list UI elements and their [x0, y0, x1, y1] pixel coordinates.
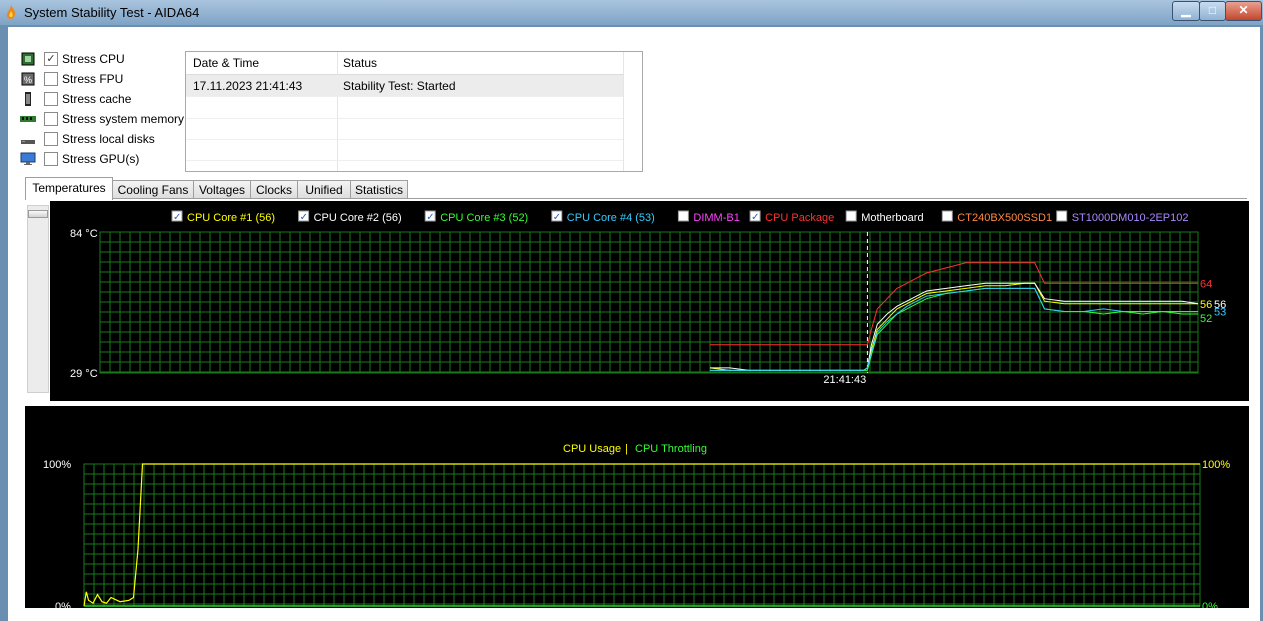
test-start-time-label: 21:41:43 [823, 374, 866, 386]
stress-disks-label: Stress local disks [62, 132, 155, 146]
series-line [83, 463, 1200, 607]
cpu-usage-graph: CPU Usage | CPU Throttling 100% 0% 100% 0% [25, 406, 1249, 613]
legend-checkbox [845, 210, 857, 222]
stress-gpu-label: Stress GPU(s) [62, 152, 140, 166]
legend-check-mark: ✓ [751, 212, 759, 223]
series-end-label: 64 [1200, 278, 1212, 290]
series-line [710, 287, 1198, 371]
gpu-icon [20, 152, 36, 165]
legend-check-mark: ✓ [173, 212, 181, 223]
stress-cache-option[interactable]: Stress cache [20, 90, 131, 108]
legend-separator: | [625, 443, 628, 455]
log-header: Date & Time Status [186, 52, 623, 75]
series-end-label: 53 [1214, 306, 1226, 318]
legend-cpu-usage: CPU Usage [563, 443, 621, 455]
legend-check-mark: ✓ [300, 212, 308, 223]
close-button[interactable]: ✕ [1225, 1, 1262, 21]
stress-gpu-option[interactable]: Stress GPU(s) [20, 150, 139, 168]
y-axis-right-top-label: 100% [1202, 459, 1230, 471]
stress-cache-checkbox[interactable] [44, 92, 58, 106]
legend-check-mark: ✓ [426, 212, 434, 223]
temperature-graph: 84 °C 29 °C ✓ CPU Core #1 (56) ✓ CPU Core #2 … [50, 201, 1249, 401]
disk-icon [21, 140, 35, 144]
legend-label: CPU Package [765, 212, 834, 224]
stress-gpu-checkbox[interactable] [44, 152, 58, 166]
log-row-empty [186, 97, 623, 119]
client-area: ✓ Stress CPU % Stress FPU Stress cache S… [8, 27, 1260, 621]
y-axis-top-label: 100% [43, 459, 71, 471]
tab-temperatures[interactable]: Temperatures [25, 177, 113, 200]
stress-disks-option[interactable]: Stress local disks [20, 130, 155, 148]
legend-label: CPU Core #3 (52) [440, 212, 528, 224]
stress-cpu-option[interactable]: ✓ Stress CPU [20, 50, 125, 68]
tab-divider [25, 198, 1247, 199]
log-row-time: 17.11.2023 21:41:43 [193, 79, 303, 93]
log-header-status[interactable]: Status [343, 56, 377, 70]
temperature-chart-svg: 84 °C 29 °C ✓ CPU Core #1 (56) ✓ CPU Core #2 … [70, 210, 1226, 386]
stress-memory-checkbox[interactable] [44, 112, 58, 126]
series-line [710, 287, 1198, 371]
y-axis-top-label: 84 °C [70, 228, 98, 240]
tab-clocks[interactable]: Clocks [250, 180, 298, 199]
stress-cpu-label: Stress CPU [62, 52, 125, 66]
legend-label: CPU Core #2 (56) [314, 212, 402, 224]
tab-voltages[interactable]: Voltages [193, 180, 251, 199]
tab-statistics[interactable]: Statistics [350, 180, 408, 199]
stress-cpu-checkbox[interactable]: ✓ [44, 52, 58, 66]
cpu-usage-chart-svg: CPU Usage | CPU Throttling 100% 0% 100% 0% [43, 443, 1230, 613]
cache-icon [25, 92, 31, 106]
stress-cache-label: Stress cache [62, 92, 132, 106]
stress-memory-option[interactable]: Stress system memory [20, 110, 184, 128]
scrollbar-thumb[interactable] [28, 210, 48, 218]
series-line [709, 282, 1198, 371]
y-axis-bottom-label: 0% [55, 601, 71, 608]
series-line [710, 282, 1199, 371]
y-axis-right-bottom-label: 0% [1202, 601, 1218, 608]
grid-frame [83, 463, 1201, 607]
stress-fpu-label: Stress FPU [62, 72, 124, 86]
fpu-icon: % [21, 72, 35, 86]
log-row-empty [186, 118, 623, 140]
log-row-status: Stability Test: Started [343, 79, 456, 93]
tab-cooling-fans[interactable]: Cooling Fans [112, 180, 194, 199]
legend-checkbox [677, 210, 689, 222]
minimize-button[interactable]: ▁ [1172, 1, 1200, 21]
legend-cpu-throttling: CPU Throttling [635, 443, 707, 455]
tab-unified[interactable]: Unified [297, 180, 351, 199]
legend-label: CT240BX500SSD1 [957, 212, 1052, 224]
legend-label: CPU Core #4 (53) [567, 212, 655, 224]
legend-label: Motherboard [861, 212, 923, 224]
log-header-datetime[interactable]: Date & Time [193, 56, 259, 70]
legend-checkbox [941, 210, 953, 222]
legend-label: DIMM-B1 [693, 212, 739, 224]
series-end-label: 56 [1200, 299, 1212, 311]
maximize-button[interactable]: □ [1199, 1, 1226, 21]
log-column-divider [623, 52, 624, 171]
stress-fpu-option[interactable]: % Stress FPU [20, 70, 123, 88]
cpu-icon [21, 52, 35, 66]
series-end-label: 52 [1200, 313, 1212, 325]
window-title: System Stability Test - AIDA64 [24, 5, 200, 20]
svg-text:%: % [24, 75, 32, 85]
log-row[interactable]: 17.11.2023 21:41:43 Stability Test: Star… [186, 75, 623, 97]
stress-fpu-checkbox[interactable] [44, 72, 58, 86]
legend-label: CPU Core #1 (56) [187, 212, 275, 224]
aida64-flame-icon [6, 5, 16, 19]
stress-disks-checkbox[interactable] [44, 132, 58, 146]
legend-check-mark: ✓ [553, 212, 561, 223]
title-bar[interactable]: System Stability Test - AIDA64 ▁ □ ✕ [0, 0, 1263, 25]
graph-scrollbar[interactable] [27, 205, 49, 393]
stress-memory-label: Stress system memory [62, 112, 185, 126]
aida64-window: System Stability Test - AIDA64 ▁ □ ✕ ✓ S… [0, 0, 1263, 621]
log-row-empty [186, 139, 623, 161]
legend-checkbox [1056, 210, 1068, 222]
status-log-table: Date & Time Status 17.11.2023 21:41:43 S… [185, 51, 643, 172]
y-axis-bottom-label: 29 °C [70, 368, 98, 380]
memory-icon [20, 116, 36, 122]
legend-label: ST1000DM010-2EP102 [1072, 212, 1189, 224]
